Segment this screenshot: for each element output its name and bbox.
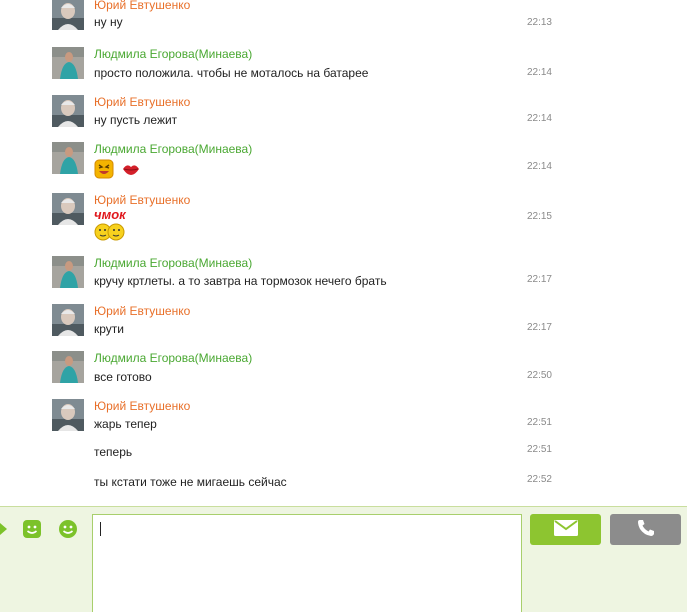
avatar-yuri[interactable]: [52, 0, 84, 30]
message-text: просто положила. чтобы не моталось на ба…: [94, 66, 369, 80]
avatar-yuri[interactable]: [52, 193, 84, 225]
message-time: 22:51: [526, 444, 552, 455]
author-name[interactable]: Людмила Егорова(Минаева): [94, 256, 252, 270]
text-cursor: [100, 522, 101, 536]
message-time: 22:52: [526, 474, 552, 485]
author-name[interactable]: Юрий Евтушенко: [94, 95, 190, 109]
message-text: все готово: [94, 370, 152, 384]
kissing-smileys-emoticon: [94, 223, 128, 244]
message-time: 22:14: [526, 161, 552, 172]
avatar-yuri[interactable]: [52, 399, 84, 431]
author-name[interactable]: Людмила Егорова(Минаева): [94, 351, 252, 365]
avatar-yuri[interactable]: [52, 304, 84, 336]
send-envelope-icon: [553, 519, 579, 540]
expand-arrow-icon[interactable]: [0, 523, 7, 535]
kiss-lips-emoticon: [121, 159, 141, 182]
message: ты кстати тоже не мигаешь сейчас 22:52: [52, 474, 552, 494]
message-time: 22:14: [526, 67, 552, 78]
message: Юрий Евтушенко жарь тепер 22:51: [52, 399, 552, 439]
message-time: 22:13: [526, 17, 552, 28]
message-time: 22:15: [526, 211, 552, 222]
avatar-lyudmila[interactable]: [52, 256, 84, 288]
message: Юрий Евтушенко чмок 22:15: [52, 193, 552, 243]
author-name[interactable]: Юрий Евтушенко: [94, 193, 190, 207]
author-name[interactable]: Людмила Егорова(Минаева): [94, 142, 252, 156]
author-name[interactable]: Юрий Евтушенко: [94, 0, 190, 12]
smiley-icon[interactable]: [58, 519, 78, 539]
message: Людмила Егорова(Минаева) 22:14: [52, 142, 552, 182]
avatar-lyudmila[interactable]: [52, 351, 84, 383]
message: Юрий Евтушенко крути 22:17: [52, 304, 552, 344]
message: Юрий Евтушенко ну пусть лежит 22:14: [52, 95, 552, 135]
phone-call-icon: [636, 518, 656, 541]
message-time: 22:17: [526, 322, 552, 333]
avatar-lyudmila[interactable]: [52, 142, 84, 174]
call-button[interactable]: [610, 514, 681, 545]
avatar-lyudmila[interactable]: [52, 47, 84, 79]
message-text: ну пусть лежит: [94, 113, 178, 127]
message-emoticons: [94, 223, 132, 244]
sticker-icon[interactable]: [22, 519, 42, 539]
message-text: жарь тепер: [94, 417, 157, 431]
message: Юрий Евтушенко ну ну 22:13: [52, 0, 552, 38]
message: Людмила Егорова(Минаева) все готово 22:5…: [52, 351, 552, 391]
message-time: 22:51: [526, 417, 552, 428]
message-text: ты кстати тоже не мигаешь сейчас: [94, 475, 287, 489]
send-button[interactable]: [530, 514, 601, 545]
message: теперь 22:51: [52, 444, 552, 464]
chat-history: Юрий Евтушенко ну ну 22:13 Людмила Егоро…: [0, 0, 687, 506]
message-emoticons: [94, 159, 145, 182]
message-text: теперь: [94, 445, 133, 459]
author-name[interactable]: Юрий Евтушенко: [94, 304, 190, 318]
sticker-text: чмок: [94, 207, 126, 222]
message-text: крути: [94, 322, 124, 336]
message-time: 22:14: [526, 113, 552, 124]
message-time: 22:17: [526, 274, 552, 285]
message-text: ну ну: [94, 15, 123, 29]
message-composer: [0, 506, 687, 612]
message: Людмила Егорова(Минаева) просто положила…: [52, 47, 552, 87]
message-text: кручу кртлеты. а то завтра на тормозок н…: [94, 274, 387, 288]
laughing-emoticon: [94, 159, 114, 182]
author-name[interactable]: Юрий Евтушенко: [94, 399, 190, 413]
message-input[interactable]: [92, 514, 522, 612]
message-time: 22:50: [526, 370, 552, 381]
author-name[interactable]: Людмила Егорова(Минаева): [94, 47, 252, 61]
message: Людмила Егорова(Минаева) кручу кртлеты. …: [52, 256, 552, 296]
avatar-yuri[interactable]: [52, 95, 84, 127]
